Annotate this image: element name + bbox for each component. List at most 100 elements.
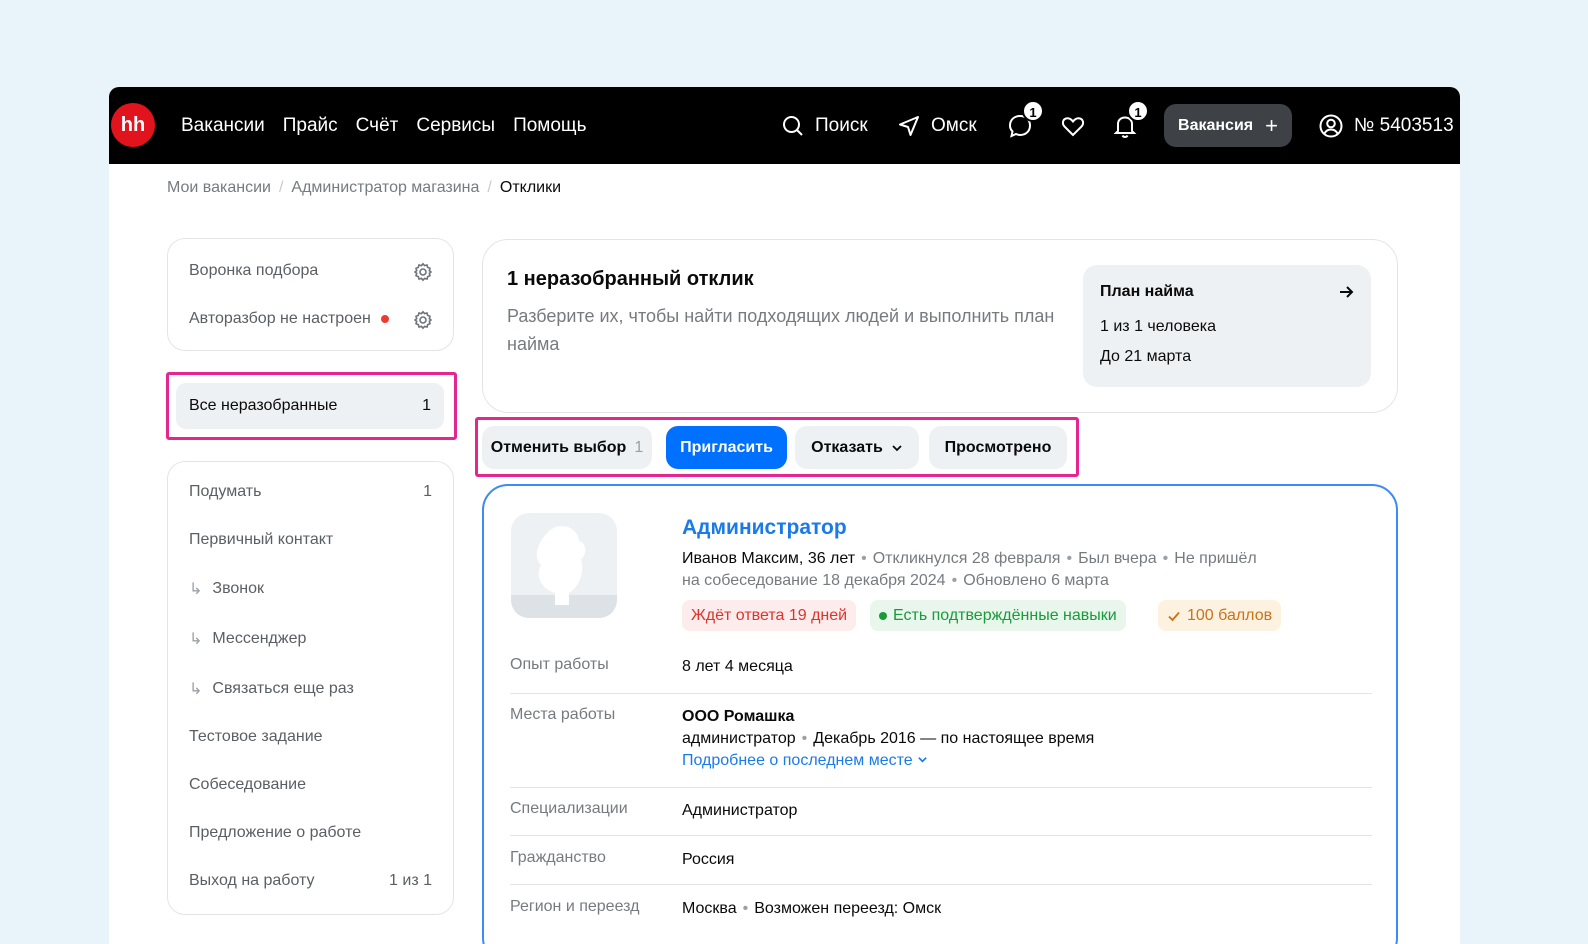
dot-separator: •: [742, 900, 749, 917]
unsorted-description: Разберите их, чтобы найти подходящих люд…: [507, 306, 1055, 354]
stage-count: 1: [423, 483, 432, 500]
period: Декабрь 2016 — по настоящее время: [813, 730, 1095, 747]
sidebar-item-start-work[interactable]: Выход на работу 1 из 1: [189, 872, 432, 890]
chats-button[interactable]: [1007, 87, 1033, 164]
all-unsorted-count: 1: [422, 397, 431, 414]
nav-bill[interactable]: Счёт: [356, 115, 399, 137]
reject-button[interactable]: Отказать: [795, 426, 919, 469]
sidebar-item-call[interactable]: ↳ Звонок: [189, 579, 432, 599]
all-unsorted-label: Все неразобранные: [189, 397, 338, 414]
dot-separator: •: [951, 572, 958, 589]
sidebar-item-interview[interactable]: Собеседование: [189, 776, 432, 794]
location-arrow-icon: [899, 115, 919, 136]
nav-help[interactable]: Помощь: [513, 115, 586, 137]
last-seen: Был вчера: [1078, 550, 1157, 567]
plan-deadline: До 21 марта: [1100, 348, 1192, 365]
company-name: ООО Ромашка: [682, 708, 795, 725]
funnel-label: Воронка подбора: [189, 262, 319, 279]
unsorted-count-title: 1 неразобранный отклик: [507, 268, 754, 290]
sidebar-item-messenger[interactable]: ↳ Мессенджер: [189, 629, 432, 649]
candidate-card[interactable]: Администратор Иванов Максим, 36 лет • Откл…: [482, 484, 1398, 944]
breadcrumb-separator: /: [278, 179, 284, 196]
arrow-right-icon: [1340, 286, 1354, 298]
plan-title: План найма: [1100, 283, 1194, 300]
notif-count-badge: 1: [1127, 100, 1149, 122]
waiting-badge-label: Ждёт ответа 19 дней: [691, 606, 848, 624]
autosort-row[interactable]: Авторазбор не настроен: [189, 310, 432, 328]
create-vacancy-button[interactable]: Вакансия +: [1164, 104, 1292, 147]
sub-arrow-icon: ↳: [189, 631, 203, 648]
breadcrumb-separator: /: [487, 179, 492, 196]
account-menu[interactable]: № 5403513: [1318, 87, 1454, 164]
field-label: Опыт работы: [510, 656, 609, 673]
region-city: Москва: [682, 900, 737, 917]
sidebar-item-think[interactable]: Подумать 1: [189, 483, 432, 501]
gear-icon[interactable]: [413, 310, 433, 330]
field-value: Администратор: [682, 802, 798, 819]
waiting-badge: Ждёт ответа 19 дней: [682, 600, 857, 631]
candidate-meta: Иванов Максим, 36 лет • Откликнулся 28 фев…: [682, 548, 1322, 592]
stages-card: Подумать 1 Первичный контакт ↳ Звонок ↳ …: [167, 461, 454, 915]
more-about-last-job-link[interactable]: Подробнее о последнем месте: [682, 750, 1094, 772]
avatar: [511, 513, 617, 618]
field-region: Регион и переезд Москва • Возможен переезд…: [510, 898, 1372, 934]
nav-vacancies[interactable]: Вакансии: [181, 115, 265, 137]
field-value: ООО Ромашка администратор • Декабрь 2016 —…: [682, 706, 1094, 772]
breadcrumb-my-vacancies[interactable]: Мои вакансии: [167, 179, 271, 197]
sidebar-item-contact-again[interactable]: ↳ Связаться еще раз: [189, 679, 432, 699]
sidebar-item-primary-contact[interactable]: Первичный контакт: [189, 531, 432, 549]
nav-services[interactable]: Сервисы: [416, 115, 495, 137]
candidate-position-link[interactable]: Администратор: [682, 516, 847, 540]
search-icon: [783, 115, 803, 136]
account-number: № 5403513: [1354, 114, 1454, 136]
sub-arrow-icon: ↳: [189, 581, 203, 598]
breadcrumb-current: Отклики: [499, 179, 562, 196]
breadcrumb: Мои вакансии / Администратор магазина / …: [167, 179, 561, 197]
field-label: Регион и переезд: [510, 898, 640, 915]
stage-count: 1 из 1: [389, 872, 432, 889]
plus-icon: +: [1265, 112, 1278, 138]
stage-label: Собеседование: [189, 776, 307, 793]
stage-label: Выход на работу: [189, 872, 315, 889]
sidebar-item-job-offer[interactable]: Предложение о работе: [189, 824, 432, 842]
sidebar-item-test-task[interactable]: Тестовое задание: [189, 728, 432, 746]
viewed-label: Просмотрено: [944, 438, 1052, 456]
gear-icon[interactable]: [413, 262, 433, 282]
hiring-plan-card[interactable]: План найма 1 из 1 человека До 21 марта: [1083, 265, 1371, 387]
funnel-settings-row[interactable]: Воронка подбора: [189, 262, 432, 280]
chevron-down-icon: [918, 757, 927, 763]
no-show: Не пришёл: [1174, 550, 1257, 567]
viewed-button[interactable]: Просмотрено: [929, 426, 1067, 469]
breadcrumb-vacancy[interactable]: Администратор магазина: [291, 179, 479, 197]
stage-label: Первичный контакт: [189, 531, 334, 548]
check-icon: [1168, 611, 1180, 621]
city-label: Омск: [931, 114, 977, 136]
sidebar-item-all-unsorted[interactable]: Все неразобранные 1: [176, 383, 444, 429]
score-badge: 100 баллов: [1158, 600, 1282, 631]
user-circle-icon: [1319, 114, 1343, 137]
hh-logo[interactable]: hh: [111, 103, 155, 147]
reject-label: Отказать: [811, 438, 883, 456]
field-citizenship: Гражданство Россия: [510, 849, 1372, 885]
no-show-details: на собеседование 18 декабря 2024: [682, 572, 946, 589]
selection-count: 1: [634, 438, 644, 456]
responded-date: Откликнулся 28 февраля: [872, 550, 1061, 567]
search-link[interactable]: Поиск: [781, 87, 868, 164]
favorites-button[interactable]: [1060, 87, 1086, 164]
invite-label: Пригласить: [680, 438, 773, 456]
field-value: Россия: [682, 851, 735, 868]
field-label: Места работы: [510, 706, 616, 723]
invite-button[interactable]: Пригласить: [666, 426, 787, 469]
top-navbar: hh Вакансии Прайс Счёт Сервисы Помощь По…: [109, 87, 1460, 164]
warning-dot: [380, 315, 389, 323]
notifications-button[interactable]: [1112, 87, 1138, 164]
heart-icon: [1061, 116, 1085, 136]
field-value: Москва • Возможен переезд: Омск: [682, 898, 941, 920]
cancel-selection-button[interactable]: Отменить выбор 1: [482, 426, 652, 469]
funnel-settings-card: Воронка подбора Авторазбор не настроен: [167, 238, 454, 351]
nav-price[interactable]: Прайс: [283, 115, 338, 137]
dot-separator: •: [801, 730, 808, 747]
city-selector[interactable]: Омск: [897, 87, 977, 164]
main-nav: Вакансии Прайс Счёт Сервисы Помощь: [181, 87, 586, 164]
position: администратор: [682, 730, 796, 747]
